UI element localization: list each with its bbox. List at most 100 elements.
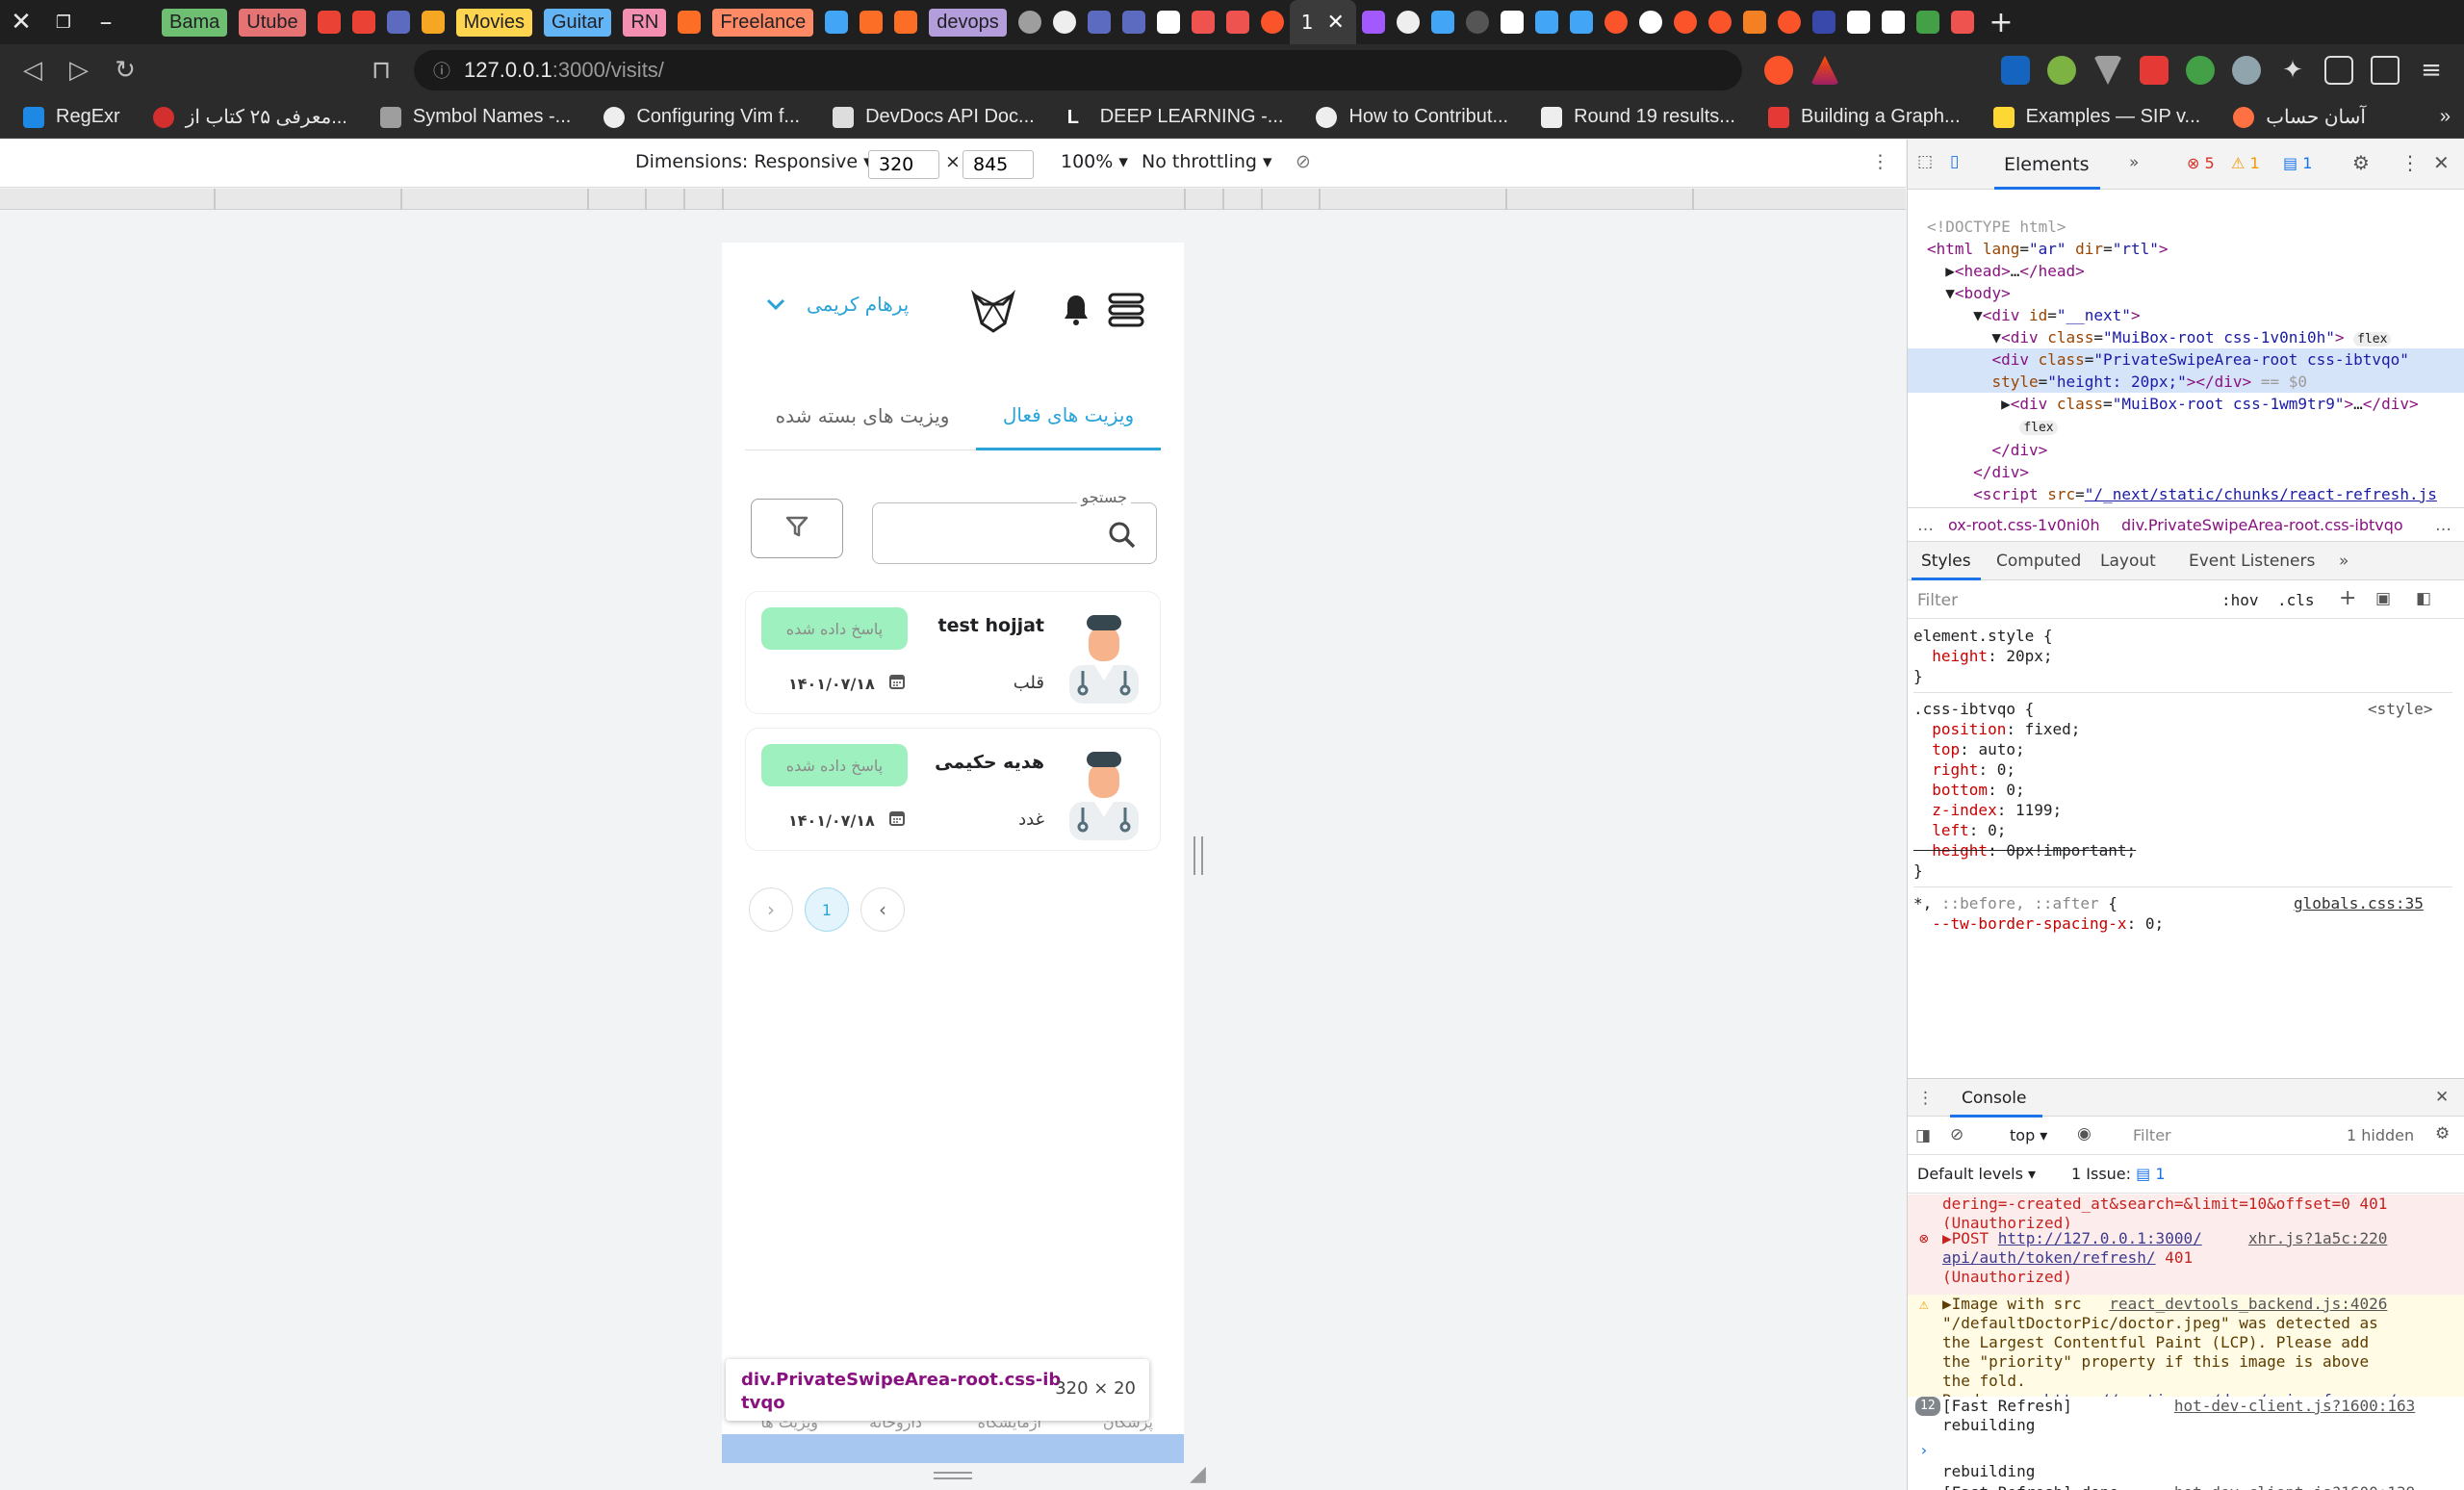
tab-devops[interactable]: devops — [923, 0, 1013, 44]
bookmarks-overflow-icon[interactable]: » — [2440, 106, 2451, 128]
tab-brave-5[interactable] — [1772, 0, 1807, 44]
bookmark-hesab[interactable]: آسان حساب — [2233, 105, 2366, 129]
minimize-window-icon[interactable]: – — [85, 0, 127, 44]
cls-toggle[interactable]: .cls — [2277, 591, 2315, 609]
tab-movies[interactable]: Movies — [450, 0, 538, 44]
issues-link[interactable]: 1 Issue: ▤ 1 — [2071, 1165, 2166, 1183]
height-input[interactable] — [962, 150, 1034, 179]
device-toggle-icon[interactable]: ▯ — [1950, 152, 1959, 171]
new-rule-icon[interactable]: + — [2339, 586, 2356, 610]
close-devtools-icon[interactable]: ✕ — [2433, 151, 2450, 174]
breadcrumb-more-icon[interactable]: … — [2435, 516, 2451, 535]
bookmark-sip[interactable]: Examples — SIP v... — [1992, 106, 2200, 128]
extension-icon[interactable] — [2093, 56, 2122, 85]
search-input[interactable]: جستجو — [872, 488, 1157, 564]
tab-stack[interactable] — [1737, 0, 1772, 44]
more-tabs-icon[interactable]: » — [2339, 552, 2348, 571]
tab-gmail-2[interactable] — [346, 0, 381, 44]
breadcrumb-item[interactable]: div.PrivateSwipeArea-root.css-ibtvqo — [2121, 516, 2403, 534]
breadcrumb-item[interactable]: ox-root.css-1v0ni0h — [1948, 516, 2100, 534]
back-icon[interactable]: ◁ — [10, 47, 56, 93]
reload-icon[interactable]: ↻ — [102, 47, 148, 93]
bookmark-books[interactable]: معرفی ۲۵ کتاب از... — [152, 105, 347, 129]
tab-misc-3[interactable] — [1945, 0, 1980, 44]
tab-gitlab-2[interactable] — [854, 0, 888, 44]
tab-github-2[interactable] — [1047, 0, 1082, 44]
info-count[interactable]: ▤ 1 — [2283, 154, 2312, 172]
tab-gitlab-3[interactable] — [888, 0, 923, 44]
eye-icon[interactable]: ◉ — [2077, 1124, 2092, 1143]
tab-utube[interactable]: Utube — [233, 0, 311, 44]
tab-github-4[interactable] — [1460, 0, 1495, 44]
extension-icon[interactable] — [2140, 56, 2169, 85]
bookmark-icon[interactable]: ⊓ — [358, 47, 404, 93]
more-tabs-icon[interactable]: » — [2129, 153, 2139, 172]
tab-misc-2[interactable] — [1220, 0, 1255, 44]
tab-gitlab[interactable] — [672, 0, 706, 44]
more-options-icon[interactable]: ⋮ — [1871, 151, 1889, 172]
resize-handle-right[interactable] — [1194, 836, 1203, 875]
restore-window-icon[interactable]: ❐ — [42, 0, 85, 44]
pagination-next-icon[interactable]: › — [860, 887, 905, 932]
notification-bell-icon[interactable] — [1061, 293, 1091, 327]
sidebar-icon[interactable]: ◨ — [1915, 1126, 1931, 1145]
error-count[interactable]: ⊗ 5 — [2187, 154, 2215, 172]
tab-figma[interactable] — [1356, 0, 1391, 44]
console-settings-icon[interactable]: ⚙ — [2435, 1124, 2450, 1143]
settings-icon[interactable]: ⚙ — [2352, 151, 2370, 174]
tab-jira-4[interactable] — [1529, 0, 1564, 44]
tab-brave-2[interactable] — [1599, 0, 1633, 44]
extensions-puzzle-icon[interactable]: ✦ — [2278, 56, 2307, 85]
context-select[interactable]: top ▾ — [2010, 1126, 2047, 1144]
tab-white-2[interactable] — [1876, 0, 1911, 44]
warning-count[interactable]: ⚠ 1 — [2231, 154, 2260, 172]
tab-computed[interactable]: Computed — [1996, 552, 2081, 571]
visit-card[interactable]: test hojjat قلب پاسخ داده شده ۱۴۰۱/۰۷/۱۸ — [745, 591, 1161, 714]
tab-app-3[interactable] — [1116, 0, 1151, 44]
clear-console-icon[interactable]: ⊘ — [1950, 1125, 1964, 1144]
forward-icon[interactable]: ▷ — [56, 47, 102, 93]
site-info-icon[interactable]: ⓘ — [433, 58, 450, 83]
bookmark-symbols[interactable]: Symbol Names -... — [379, 106, 571, 128]
tab-github-3[interactable] — [1391, 0, 1425, 44]
tab-bama[interactable]: Bama — [156, 0, 233, 44]
tab-brave-3[interactable] — [1668, 0, 1703, 44]
resize-corner-icon[interactable]: ◢ — [1190, 1462, 1206, 1486]
rotate-icon[interactable]: ⊘ — [1296, 151, 1311, 172]
user-menu[interactable]: پرهام کریمی — [766, 293, 909, 316]
extension-icon[interactable] — [2001, 56, 2030, 85]
hov-toggle[interactable]: :hov — [2221, 591, 2259, 609]
default-levels-select[interactable]: Default levels ▾ — [1917, 1165, 2036, 1183]
console-filter-input[interactable]: Filter — [2133, 1126, 2171, 1144]
tab-code[interactable] — [1911, 0, 1945, 44]
close-window-icon[interactable]: ✕ — [0, 0, 42, 44]
close-tab-icon[interactable]: ✕ — [1327, 11, 1345, 35]
tab-app-2[interactable] — [1082, 0, 1116, 44]
throttling-select[interactable]: No throttling ▾ — [1142, 151, 1272, 172]
bookmark-contribute[interactable]: How to Contribut... — [1316, 106, 1508, 128]
tab-notion[interactable] — [1495, 0, 1529, 44]
menu-icon[interactable]: ≡ — [2417, 56, 2446, 85]
zoom-select[interactable]: 100% ▾ — [1061, 151, 1128, 172]
wallet-icon[interactable] — [2371, 56, 2400, 85]
menu-icon[interactable] — [1107, 291, 1145, 329]
visit-card[interactable]: هدیه حکیمی غدد پاسخ داده شده ۱۴۰۱/۰۷/۱۸ — [745, 728, 1161, 851]
console-prompt[interactable]: › — [1908, 1441, 2464, 1464]
tab-layout[interactable]: Layout — [2100, 552, 2156, 571]
drawer-menu-icon[interactable]: ⋮ — [1917, 1089, 1934, 1108]
tab-active[interactable]: 1 ✕ — [1289, 0, 1356, 44]
console-title[interactable]: Console — [1962, 1089, 2027, 1108]
tab-app[interactable] — [381, 0, 416, 44]
bookmark-deeplearning[interactable]: L DEEP LEARNING -... — [1067, 106, 1284, 128]
tab-active-visits[interactable]: ویزیت های فعال — [976, 381, 1161, 450]
more-options-icon[interactable]: ⋮ — [2400, 151, 2420, 174]
tab-news[interactable] — [1151, 0, 1186, 44]
styles-filter-input[interactable]: Filter — [1917, 591, 1958, 610]
resize-handle-bottom[interactable] — [934, 1472, 972, 1479]
bookmark-vim[interactable]: Configuring Vim f... — [603, 106, 800, 128]
tab-freelance[interactable]: Freelance — [706, 0, 819, 44]
width-input[interactable] — [868, 150, 939, 179]
filter-button[interactable] — [751, 499, 843, 558]
pagination-prev-icon[interactable]: ‹ — [749, 887, 793, 932]
bookmark-graph[interactable]: Building a Graph... — [1767, 106, 1961, 128]
